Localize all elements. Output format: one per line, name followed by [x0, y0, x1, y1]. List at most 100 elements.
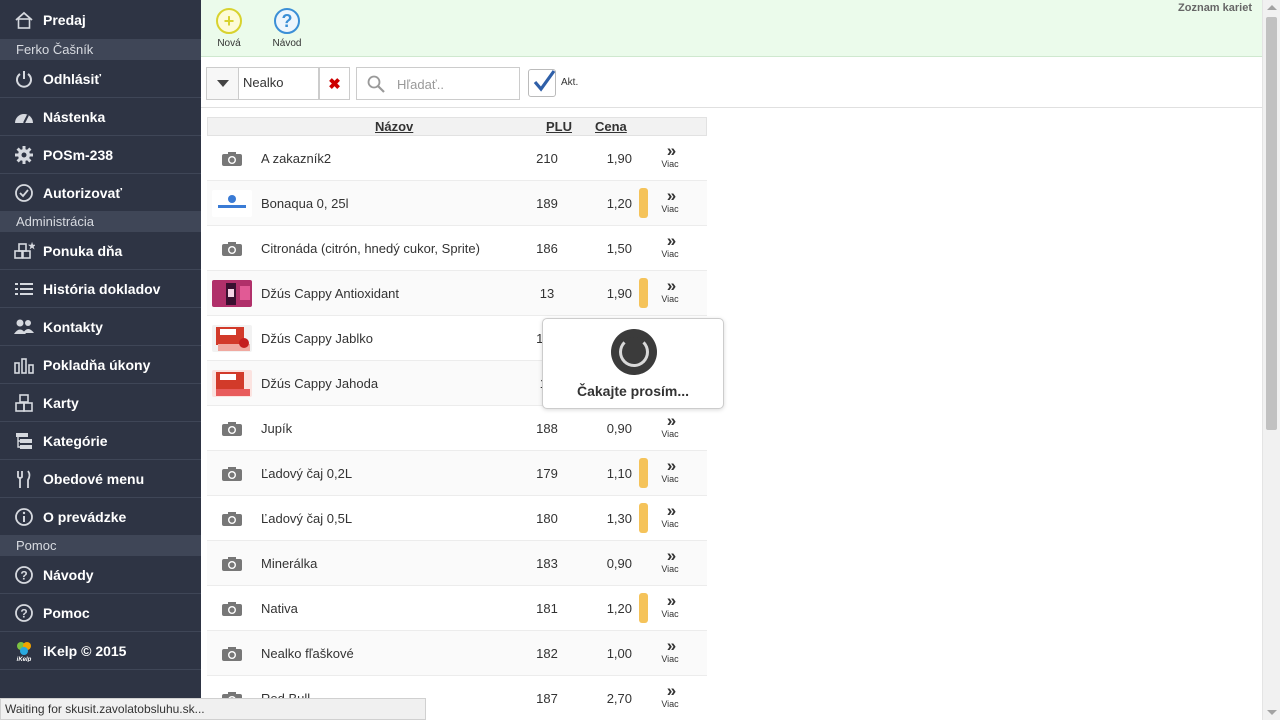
camera-icon: [212, 505, 252, 532]
table-row[interactable]: Ľadový čaj 0,2L 179 1,10 » Viac: [207, 451, 707, 496]
more-button[interactable]: »Viac: [655, 457, 685, 484]
product-price: 1,20: [606, 601, 632, 616]
more-button[interactable]: »Viac: [655, 547, 685, 574]
sidebar-item-ikelp-2015[interactable]: iKelp iKelp © 2015: [0, 632, 201, 670]
more-label: Viac: [661, 294, 679, 304]
category-field[interactable]: Nealko: [239, 67, 319, 100]
new-button[interactable]: + Nová: [204, 6, 254, 49]
sidebar-item-pomoc[interactable]: ? Pomoc: [0, 594, 201, 632]
help-button[interactable]: ? Návod: [262, 6, 312, 49]
svg-text:?: ?: [20, 606, 27, 620]
more-label: Viac: [661, 519, 679, 529]
question-icon: ?: [12, 603, 36, 623]
search-input[interactable]: [397, 74, 515, 94]
spinner-icon: [611, 329, 657, 375]
more-button[interactable]: »Viac: [655, 592, 685, 619]
more-label: Viac: [661, 654, 679, 664]
sidebar-item-predaj[interactable]: Predaj: [0, 0, 201, 40]
search-icon: [367, 75, 385, 93]
sidebar-item-label: Predaj: [43, 11, 86, 28]
table-row[interactable]: Ľadový čaj 0,5L 180 1,30 » Viac: [207, 496, 707, 541]
users-icon: [12, 317, 36, 337]
scroll-down-icon[interactable]: [1267, 710, 1277, 715]
search-box: [356, 67, 520, 100]
table-row[interactable]: Minerálka 183 0,90 » Viac: [207, 541, 707, 586]
sidebar-item-label: Kategórie: [43, 432, 108, 449]
help-button-label: Návod: [272, 38, 302, 49]
svg-text:?: ?: [20, 568, 27, 582]
sidebar-item-ponuka-dna[interactable]: ★ Ponuka dňa: [0, 232, 201, 270]
product-price: 0,90: [606, 556, 632, 571]
product-price: 0,90: [606, 421, 632, 436]
sidebar-item-karty[interactable]: Karty: [0, 384, 201, 422]
card-list-link[interactable]: Zoznam kariet: [1178, 2, 1252, 14]
double-chevron-right-icon: »: [666, 546, 676, 565]
sidebar-item-obedove-menu[interactable]: Obedové menu: [0, 460, 201, 498]
more-label: Viac: [661, 699, 679, 709]
product-plu: 183: [536, 556, 558, 571]
more-label: Viac: [661, 609, 679, 619]
table-row[interactable]: Nealko fľaškové 182 1,00 » Viac: [207, 631, 707, 676]
product-name: Džús Cappy Antioxidant: [261, 286, 400, 301]
scroll-up-icon[interactable]: [1267, 5, 1277, 10]
table-row[interactable]: Citronáda (citrón, hnedý cukor, Sprite) 1…: [207, 226, 707, 271]
more-button[interactable]: »Viac: [655, 637, 685, 664]
status-marker: [639, 593, 648, 623]
sidebar-item-label: POSm-238: [43, 146, 114, 163]
sidebar-item-posm-238[interactable]: POSm-238: [0, 136, 201, 174]
table-row[interactable]: Džús Cappy Antioxidant 13 1,90 » Viac: [207, 271, 707, 316]
sidebar-item-odhlasit[interactable]: Odhlásiť: [0, 60, 201, 98]
sidebar-item-nastenka[interactable]: Nástenka: [0, 98, 201, 136]
sidebar-item-label: Obedové menu: [43, 470, 145, 487]
more-button[interactable]: »Viac: [655, 142, 685, 169]
sidebar-item-kategorie[interactable]: Kategórie: [0, 422, 201, 460]
table-row[interactable]: A zakazník2 210 1,90 » Viac: [207, 136, 707, 181]
scrollbar-thumb[interactable]: [1266, 17, 1277, 430]
category-dropdown-button[interactable]: [206, 67, 239, 100]
sidebar-item-label: Pomoc: [43, 604, 90, 621]
double-chevron-right-icon: »: [666, 411, 676, 430]
sidebar-item-label: O prevádzke: [43, 508, 127, 525]
product-plu: 182: [536, 646, 558, 661]
camera-icon: [212, 460, 252, 487]
more-button[interactable]: »Viac: [655, 502, 685, 529]
sidebar-section-administracia: Administrácia: [0, 212, 201, 232]
product-name: Bonaqua 0, 25l: [261, 196, 349, 211]
more-button[interactable]: »Viac: [655, 232, 685, 259]
product-price: 2,70: [606, 691, 632, 706]
product-price: 1,90: [606, 286, 632, 301]
check-circle-icon: [12, 183, 36, 203]
double-chevron-right-icon: »: [666, 186, 676, 205]
sidebar-item-o-prevadzke[interactable]: O prevádzke: [0, 498, 201, 536]
power-icon: [12, 69, 36, 89]
more-button[interactable]: »Viac: [655, 682, 685, 709]
sidebar-item-label: Karty: [43, 394, 79, 411]
more-button[interactable]: »Viac: [655, 187, 685, 214]
page-scrollbar[interactable]: [1262, 0, 1280, 720]
sidebar-item-label: iKelp © 2015: [43, 642, 127, 659]
more-label: Viac: [661, 204, 679, 214]
sort-name-header[interactable]: Názov: [375, 119, 413, 134]
sidebar-item-autorizovat[interactable]: Autorizovať: [0, 174, 201, 212]
double-chevron-right-icon: »: [666, 141, 676, 160]
product-price: 1,50: [606, 241, 632, 256]
sidebar-item-pokladna-ukony[interactable]: Pokladňa úkony: [0, 346, 201, 384]
clear-category-button[interactable]: ✖: [319, 67, 350, 100]
more-label: Viac: [661, 249, 679, 259]
sort-plu-header[interactable]: PLU: [546, 119, 572, 134]
product-plu: 179: [536, 466, 558, 481]
sidebar-item-historia-dokladov[interactable]: História dokladov: [0, 270, 201, 308]
sidebar-item-kontakty[interactable]: Kontakty: [0, 308, 201, 346]
sort-price-header[interactable]: Cena: [595, 119, 627, 134]
camera-icon: [212, 595, 252, 622]
table-row[interactable]: Bonaqua 0, 25l 189 1,20 » Viac: [207, 181, 707, 226]
more-button[interactable]: »Viac: [655, 277, 685, 304]
active-checkbox[interactable]: [528, 69, 556, 97]
product-name: Minerálka: [261, 556, 318, 571]
camera-icon: [212, 145, 252, 172]
table-row[interactable]: Jupík 188 0,90 » Viac: [207, 406, 707, 451]
table-row[interactable]: Nativa 181 1,20 » Viac: [207, 586, 707, 631]
more-button[interactable]: »Viac: [655, 412, 685, 439]
status-marker: [639, 503, 648, 533]
sidebar-item-navody[interactable]: ? Návody: [0, 556, 201, 594]
